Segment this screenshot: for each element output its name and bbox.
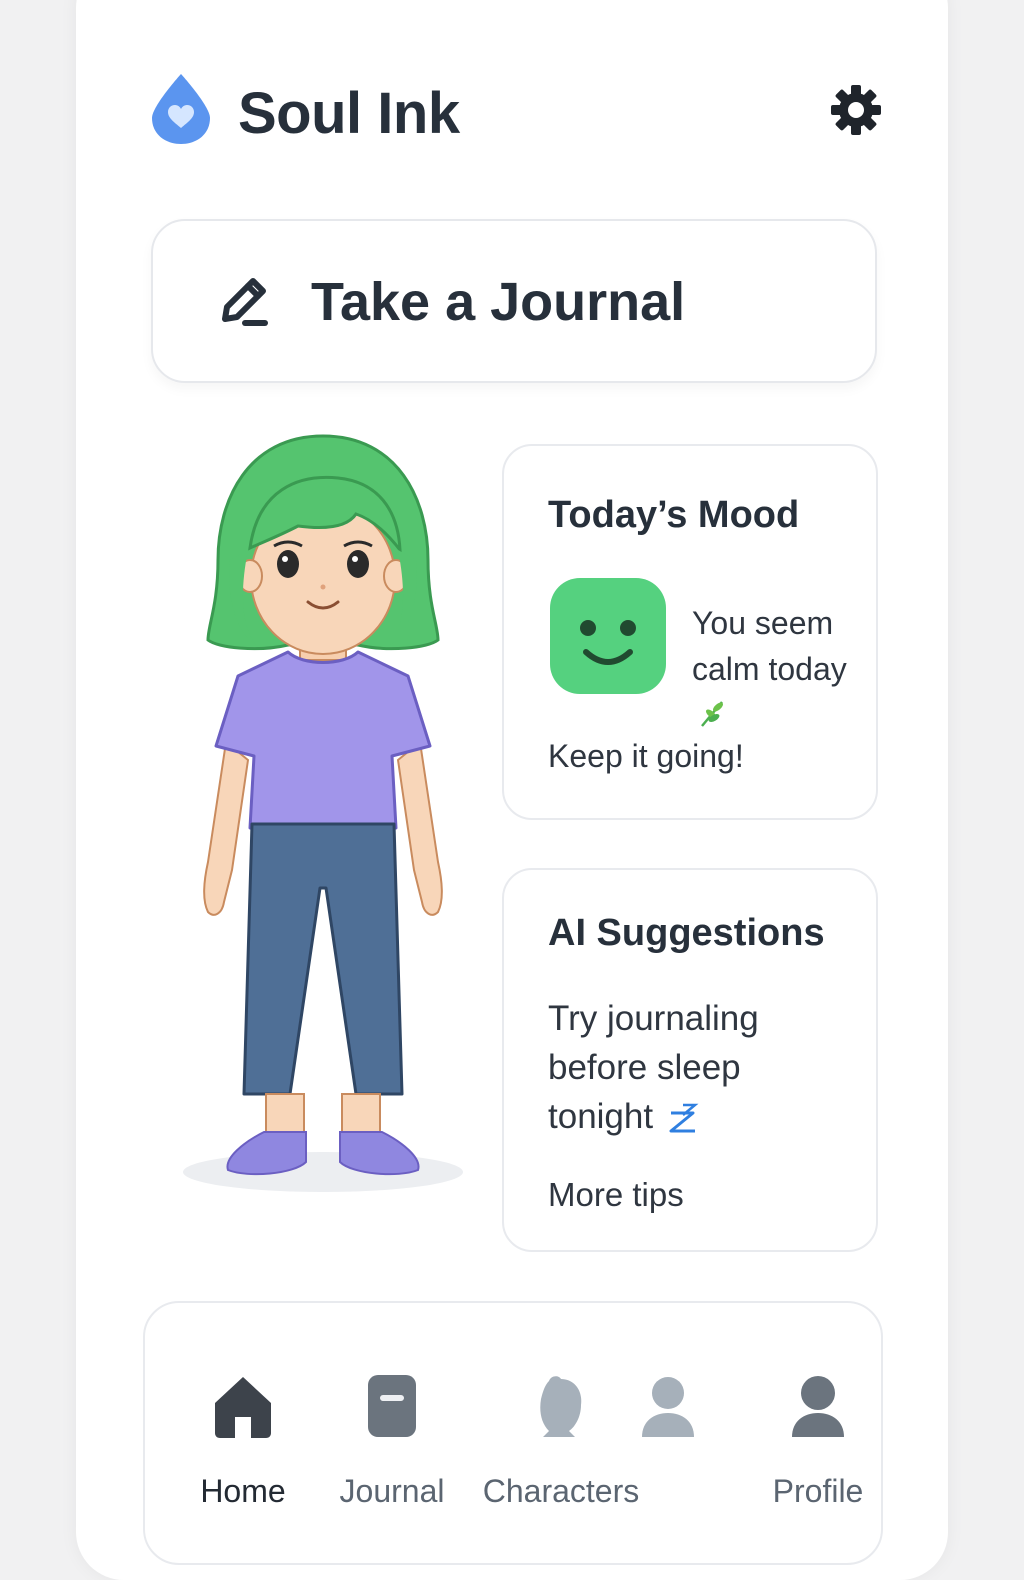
take-journal-button[interactable]: Take a Journal <box>151 219 877 383</box>
nav-label-characters: Characters <box>482 1473 640 1509</box>
pencil-icon <box>222 278 268 326</box>
nav-item-home[interactable]: Home <box>187 1373 299 1510</box>
ink-drop-logo-icon <box>152 74 210 144</box>
smiley-face-icon <box>550 578 666 694</box>
ai-suggestion-text: Try journaling before sleep tonight <box>548 994 848 1141</box>
app-title: Soul Ink <box>238 81 460 146</box>
gear-icon[interactable] <box>830 84 882 136</box>
sleep-zzz-icon <box>669 1103 699 1133</box>
ai-card-title: AI Suggestions <box>548 912 825 954</box>
nav-item-profile[interactable]: Profile <box>763 1373 873 1510</box>
mood-message: You seem calm today <box>692 605 847 687</box>
character-avatar[interactable] <box>178 430 468 1200</box>
nav-item-person[interactable] <box>633 1373 703 1473</box>
person-icon <box>642 1377 694 1437</box>
bottom-nav: Home Journal Characters Profile <box>143 1301 883 1565</box>
mood-card[interactable]: Today’s Mood You seem calm today Keep it… <box>502 444 878 820</box>
characters-icon <box>540 1376 582 1437</box>
more-tips-link[interactable]: More tips <box>548 1176 684 1214</box>
nav-item-journal[interactable]: Journal <box>335 1373 449 1510</box>
nav-label-journal: Journal <box>339 1473 445 1509</box>
take-journal-label: Take a Journal <box>311 272 686 332</box>
home-icon <box>215 1377 271 1438</box>
mood-cta: Keep it going! <box>548 738 744 774</box>
profile-icon <box>792 1376 844 1437</box>
mood-card-title: Today’s Mood <box>548 494 800 536</box>
leaf-icon <box>701 701 723 727</box>
journal-icon <box>368 1375 416 1437</box>
nav-label-profile: Profile <box>772 1473 864 1509</box>
ai-suggestions-card[interactable]: AI Suggestions Try journaling before sle… <box>502 868 878 1252</box>
nav-item-characters[interactable]: Characters <box>475 1373 647 1510</box>
nav-label-home: Home <box>200 1473 286 1509</box>
ai-suggestion-body: Try journaling before sleep tonight <box>548 999 759 1136</box>
app-header: Soul Ink <box>150 70 884 156</box>
